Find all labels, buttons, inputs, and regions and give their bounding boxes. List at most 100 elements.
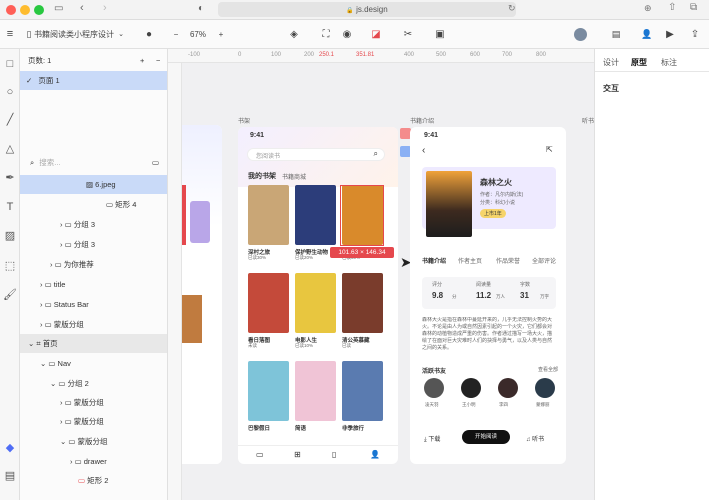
book-cover[interactable]	[248, 361, 289, 421]
layer-search-input[interactable]: 搜索...	[39, 158, 60, 167]
book-cover[interactable]	[248, 185, 289, 245]
profile-tab-icon[interactable]: 👤	[370, 450, 380, 459]
chevron-down-icon[interactable]: ⌄	[117, 26, 125, 43]
users-icon[interactable]: 👤	[641, 26, 653, 43]
reader-avatar[interactable]	[424, 378, 444, 398]
minimize-window-button[interactable]	[20, 5, 30, 15]
comment-icon[interactable]: ●	[143, 26, 155, 43]
tab-annotate[interactable]: 标注	[661, 57, 677, 68]
tab-intro[interactable]: 书籍介绍	[422, 256, 446, 265]
avatar[interactable]	[574, 28, 587, 41]
zoom-out-button[interactable]: −	[171, 26, 181, 43]
tab-prototype[interactable]: 原型	[631, 57, 647, 68]
layer-row[interactable]: › ▭ 蒙版分组	[20, 412, 167, 431]
tools-icon[interactable]: ✂	[402, 26, 414, 43]
bookshelf-search-input[interactable]: 您阅读书 ⌕	[247, 148, 385, 161]
line-tool-icon[interactable]: ╱	[3, 113, 17, 127]
zoom-level[interactable]: 67%	[186, 26, 210, 43]
image-tool-icon[interactable]: ▨	[3, 229, 17, 243]
reload-icon[interactable]: ↻	[508, 3, 516, 14]
tab-my-shelf[interactable]: 我的书架	[248, 171, 276, 181]
layer-row[interactable]: › ▭ 蒙版分组	[20, 315, 167, 334]
readers-more-link[interactable]: 查看全部	[538, 366, 558, 373]
frame-label[interactable]: 听书	[582, 116, 594, 125]
text-tool-icon[interactable]: T	[3, 200, 17, 214]
reader-avatar[interactable]	[461, 378, 481, 398]
previous-frame[interactable]	[182, 125, 222, 464]
book-cover[interactable]	[295, 185, 336, 245]
add-page-icon[interactable]: +	[140, 51, 144, 70]
layer-search[interactable]: ⌕ 搜索... ▭	[20, 153, 167, 172]
tab-author[interactable]: 作者主页	[458, 256, 482, 265]
design-canvas[interactable]: -100 0 100 200 250.1 351.81 400 500 600 …	[168, 49, 594, 500]
triangle-tool-icon[interactable]: △	[3, 142, 17, 156]
mask-icon[interactable]: ◉	[340, 26, 354, 43]
layer-row-frame[interactable]: ⌄ ⌗ 首页	[20, 334, 167, 353]
listen-button[interactable]: ♫ 听书	[526, 434, 544, 443]
share-icon[interactable]: ⇱	[546, 145, 553, 154]
tabs-overview-icon[interactable]: ⧉	[690, 2, 697, 13]
assets-icon[interactable]: ▤	[3, 469, 17, 483]
book-cover[interactable]	[295, 361, 336, 421]
back-icon[interactable]: ‹	[422, 145, 425, 156]
frame-label[interactable]: 书架	[238, 116, 250, 125]
reader-avatar[interactable]	[535, 378, 555, 398]
maximize-window-button[interactable]	[34, 5, 44, 15]
start-reading-button[interactable]: 开始阅读	[462, 430, 510, 444]
selection-box[interactable]	[340, 185, 384, 246]
share-export-icon[interactable]: ⇪	[689, 26, 701, 43]
layer-row[interactable]: ▭ 矩形 4	[20, 195, 167, 214]
component-icon[interactable]: ◈	[288, 26, 300, 43]
layer-row[interactable]: › ▭ 为你推荐	[20, 255, 167, 274]
frame-label[interactable]: 书籍介绍	[410, 116, 434, 125]
book-detail-frame[interactable]: 9:41 ‹ ⇱ 森林之火 作者：凡尔内斯(法) 分类：科幻小说 上市1年 书籍…	[410, 127, 566, 464]
frame-tool-icon[interactable]: ⛶	[320, 26, 332, 43]
privacy-icon[interactable]: ◐	[198, 3, 204, 14]
layer-row[interactable]: › ▭ drawer	[20, 452, 167, 471]
layers-icon[interactable]: ◆	[3, 441, 17, 455]
layer-row[interactable]: › ▭ title	[20, 275, 167, 294]
tab-store[interactable]: 书籍商城	[282, 172, 306, 181]
layout-icon[interactable]: ▣	[434, 26, 446, 43]
layer-row[interactable]: ⌄ ▭ 分组 2	[20, 374, 167, 393]
pen-tool-icon[interactable]: ✒	[3, 171, 17, 185]
layer-row[interactable]: › ▭ 分组 3	[20, 235, 167, 254]
back-icon[interactable]: ‹	[80, 2, 84, 14]
zoom-in-button[interactable]: +	[216, 26, 226, 43]
bookmark-tab-icon[interactable]: ▯	[332, 450, 336, 459]
book-cover[interactable]	[295, 273, 336, 333]
book-cover[interactable]	[248, 273, 289, 333]
filter-icon[interactable]: ▭	[152, 153, 159, 172]
bookshelf-frame[interactable]: 9:41 您阅读书 ⌕ 我的书架 书籍商城 深村之旅 已读30% 保护野生动物 已读2…	[238, 127, 398, 464]
address-bar[interactable]: 🔒 js.design	[218, 2, 516, 17]
tab-design[interactable]: 设计	[603, 57, 619, 68]
layer-row[interactable]: › ▭ Status Bar	[20, 295, 167, 314]
tab-reviews[interactable]: 全部评论	[532, 256, 556, 265]
crop-icon[interactable]: ◪	[370, 26, 382, 43]
menu-icon[interactable]: ≡	[4, 26, 16, 43]
project-title[interactable]: 书籍阅读类小程序设计	[34, 26, 124, 43]
grid-tab-icon[interactable]: ⊞	[294, 450, 301, 459]
collapse-pages-icon[interactable]: −	[156, 51, 160, 70]
present-icon[interactable]: ▤	[610, 26, 622, 43]
ellipse-tool-icon[interactable]: ○	[3, 85, 17, 99]
forward-icon[interactable]: ›	[103, 2, 107, 14]
share-icon[interactable]: ⇧	[668, 2, 676, 13]
download-button[interactable]: ⤓ 下载	[424, 434, 440, 444]
layer-row[interactable]: › ▭ 分组 3	[20, 215, 167, 234]
layer-row-image[interactable]: ▨ 6.jpeg	[20, 175, 167, 194]
layer-row[interactable]: ▭ 矩形 2	[20, 471, 167, 490]
play-icon[interactable]: ▶	[664, 26, 676, 43]
reader-avatar[interactable]	[498, 378, 518, 398]
sidebar-toggle-icon[interactable]: ▭	[54, 3, 63, 14]
tab-awards[interactable]: 作品荣誉	[496, 256, 520, 265]
shelf-tab-icon[interactable]: ▭	[256, 450, 264, 459]
frame-icon[interactable]: ⬚	[3, 259, 17, 273]
brush-icon[interactable]: 🖌	[3, 288, 17, 302]
book-cover[interactable]	[342, 361, 383, 421]
close-window-button[interactable]	[6, 5, 16, 15]
rectangle-tool-icon[interactable]: □	[3, 57, 17, 71]
download-icon[interactable]: ⊕	[644, 3, 652, 14]
book-cover[interactable]	[342, 273, 383, 333]
layer-row[interactable]: ⌄ ▭ Nav	[20, 354, 167, 373]
